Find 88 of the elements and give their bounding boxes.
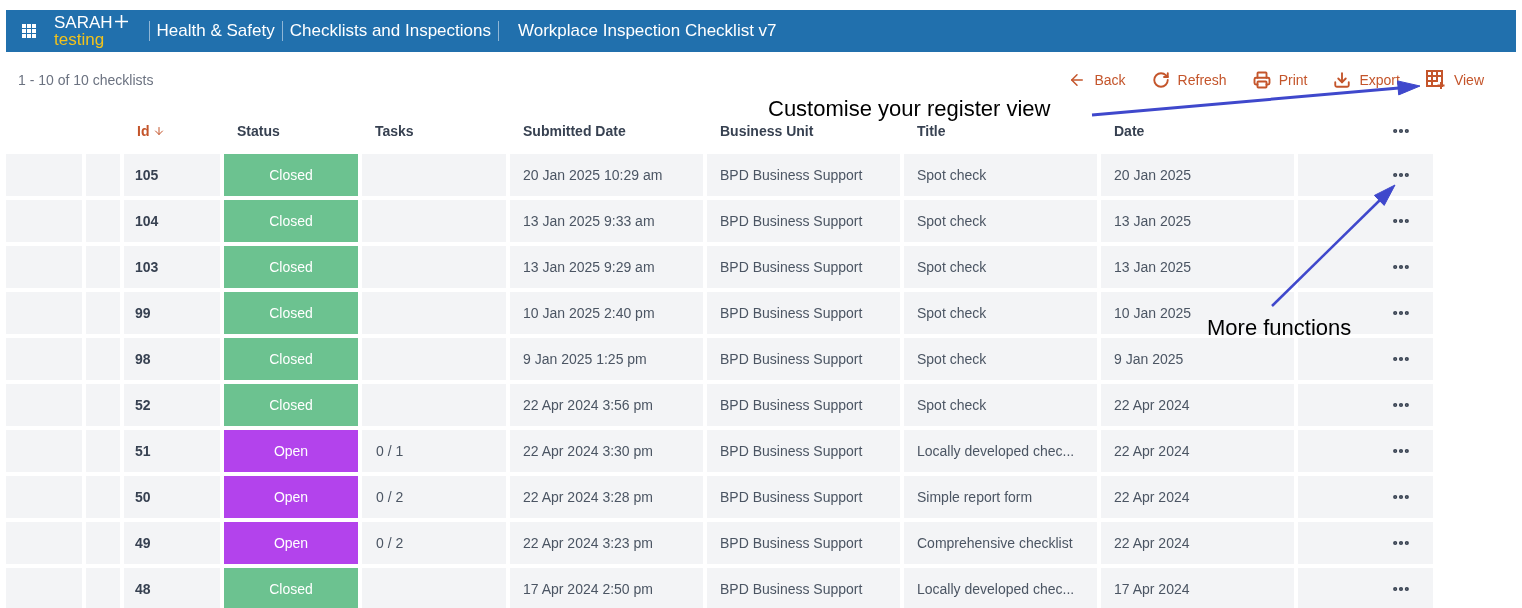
table-cell: 9 Jan 2025: [1101, 338, 1294, 380]
table-cell: Locally developed chec...: [904, 430, 1097, 472]
table-cell: 22 Apr 2024 3:56 pm: [510, 384, 703, 426]
column-header[interactable]: Id: [124, 120, 220, 142]
sort-arrow-icon: [153, 125, 166, 137]
column-header[interactable]: Business Unit: [707, 120, 900, 142]
table-cell: 22 Apr 2024 3:23 pm: [510, 522, 703, 564]
status-label: Closed: [224, 338, 358, 380]
column-header[interactable]: Tasks: [362, 120, 506, 142]
status-label: Closed: [224, 568, 358, 608]
table-cell: 13 Jan 2025: [1101, 200, 1294, 242]
column-header[interactable]: Date: [1101, 120, 1294, 142]
table-cell: 51: [124, 430, 220, 472]
table-cell: Spot check: [904, 154, 1097, 196]
table-cell: 52: [124, 384, 220, 426]
refresh-button[interactable]: Refresh: [1151, 69, 1227, 91]
table-cell: 99: [124, 292, 220, 334]
status-label: Closed: [224, 246, 358, 288]
table-cell: BPD Business Support: [707, 246, 900, 288]
status-label: Closed: [224, 154, 358, 196]
view-button[interactable]: View: [1425, 69, 1484, 91]
table-cell: 13 Jan 2025 9:29 am: [510, 246, 703, 288]
table-cell: Comprehensive checklist: [904, 522, 1097, 564]
export-button[interactable]: Export: [1333, 69, 1400, 91]
column-header[interactable]: Status: [224, 120, 358, 142]
table-cell: 105: [124, 154, 220, 196]
table-cell: BPD Business Support: [707, 292, 900, 334]
status-label: Open: [224, 522, 358, 564]
table-cell: 22 Apr 2024: [1101, 430, 1294, 472]
table-cell: BPD Business Support: [707, 338, 900, 380]
table-cell: 17 Apr 2024: [1101, 568, 1294, 608]
table-cell: Spot check: [904, 246, 1097, 288]
column-header[interactable]: Submitted Date: [510, 120, 703, 142]
status-label: Closed: [224, 292, 358, 334]
table-cell: Locally developed chec...: [904, 568, 1097, 608]
annotation-text: Customise your register view: [768, 95, 1051, 123]
table-cell: 20 Jan 2025: [1101, 154, 1294, 196]
table-cell: 98: [124, 338, 220, 380]
back-button[interactable]: Back: [1068, 69, 1126, 91]
plus-icon: [114, 15, 128, 28]
breadcrumb-link[interactable]: Health & Safety: [156, 18, 275, 44]
status-label: Closed: [224, 200, 358, 242]
table-cell: 9 Jan 2025 1:25 pm: [510, 338, 703, 380]
table-cell: BPD Business Support: [707, 522, 900, 564]
download-icon: [1333, 71, 1352, 89]
status-label: Open: [224, 476, 358, 518]
column-header[interactable]: Title: [904, 120, 1097, 142]
table-cell: Spot check: [904, 292, 1097, 334]
table-cell: 50: [124, 476, 220, 518]
table-plus-icon: [1425, 70, 1446, 90]
table-cell: BPD Business Support: [707, 430, 900, 472]
table-cell: 103: [124, 246, 220, 288]
table-cell: BPD Business Support: [707, 154, 900, 196]
brand-subtitle: testing: [54, 31, 106, 48]
table-cell: BPD Business Support: [707, 476, 900, 518]
table-cell: 10 Jan 2025 2:40 pm: [510, 292, 703, 334]
table-cell: 0 / 2: [362, 522, 506, 564]
table-cell: Simple report form: [904, 476, 1097, 518]
table-cell: BPD Business Support: [707, 200, 900, 242]
table-cell: 104: [124, 200, 220, 242]
table-cell: 22 Apr 2024 3:28 pm: [510, 476, 703, 518]
table-cell: Spot check: [904, 200, 1097, 242]
breadcrumb-link[interactable]: Workplace Inspection Checklist v7: [518, 18, 777, 44]
table-cell: 13 Jan 2025 9:33 am: [510, 200, 703, 242]
table-cell: 22 Apr 2024: [1101, 476, 1294, 518]
apps-grid-icon[interactable]: [22, 24, 36, 38]
table-cell: 20 Jan 2025 10:29 am: [510, 154, 703, 196]
table-cell: 13 Jan 2025: [1101, 246, 1294, 288]
status-label: Closed: [224, 384, 358, 426]
brand-name: SARAH: [54, 14, 113, 31]
printer-icon: [1252, 71, 1271, 89]
table-cell: BPD Business Support: [707, 568, 900, 608]
status-label: Open: [224, 430, 358, 472]
table-cell: 17 Apr 2024 2:50 pm: [510, 568, 703, 608]
table-cell: 22 Apr 2024: [1101, 522, 1294, 564]
table-cell: Spot check: [904, 338, 1097, 380]
refresh-icon: [1151, 71, 1170, 89]
record-count: 1 - 10 of 10 checklists: [18, 70, 154, 90]
print-button[interactable]: Print: [1252, 69, 1308, 91]
breadcrumb-link[interactable]: Checklists and Inspections: [289, 18, 491, 44]
table-cell: BPD Business Support: [707, 384, 900, 426]
table-cell: 49: [124, 522, 220, 564]
table-cell: 22 Apr 2024: [1101, 384, 1294, 426]
table-cell: 22 Apr 2024 3:30 pm: [510, 430, 703, 472]
table-cell: 0 / 2: [362, 476, 506, 518]
table-cell: Spot check: [904, 384, 1097, 426]
table-cell: 48: [124, 568, 220, 608]
table-cell: 0 / 1: [362, 430, 506, 472]
